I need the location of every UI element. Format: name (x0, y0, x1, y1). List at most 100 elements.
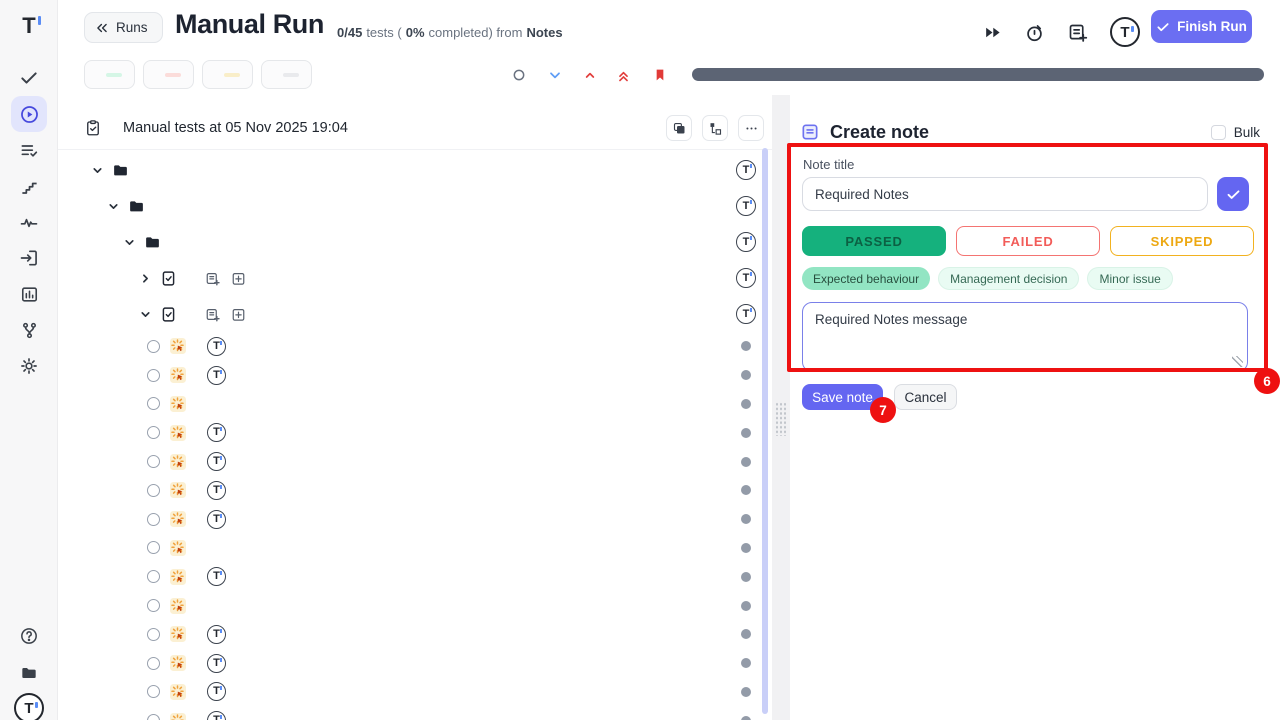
status-dot[interactable] (741, 428, 751, 438)
testomat-link-icon[interactable]: T (736, 232, 756, 252)
testomat-link-icon[interactable]: T (736, 160, 756, 180)
chevron-down-icon[interactable] (122, 236, 136, 249)
test-radio[interactable] (147, 455, 160, 468)
note-tag[interactable]: Minor issue (1087, 267, 1172, 290)
chevron-right-icon[interactable] (138, 272, 152, 285)
test-radio[interactable] (147, 541, 160, 554)
status-dot[interactable] (741, 514, 751, 524)
testomat-link-icon[interactable]: T (207, 567, 226, 586)
test-radio[interactable] (147, 685, 160, 698)
testomat-link-icon[interactable]: T (207, 337, 226, 356)
testomat-link-icon[interactable]: T (207, 625, 226, 644)
analytics-chart-icon[interactable] (11, 276, 47, 312)
add-test-icon[interactable] (231, 307, 246, 322)
status-dot[interactable] (741, 716, 751, 720)
testomat-link-icon[interactable]: T (736, 196, 756, 216)
testomat-link-icon[interactable]: T (207, 481, 226, 500)
settings-gear-icon[interactable] (11, 348, 47, 384)
status-button-failed[interactable]: FAILED (956, 226, 1100, 256)
chevron-down-icon[interactable] (106, 200, 120, 213)
filter-chip-skipped[interactable] (202, 60, 253, 89)
status-dot[interactable] (741, 658, 751, 668)
status-dot[interactable] (741, 629, 751, 639)
status-dot[interactable] (741, 399, 751, 409)
back-to-runs-button[interactable]: Runs (84, 12, 163, 43)
status-dot[interactable] (741, 485, 751, 495)
test-radio[interactable] (147, 340, 160, 353)
status-dot[interactable] (741, 370, 751, 380)
testomat-link-icon[interactable]: T (207, 682, 226, 701)
add-note-icon[interactable] (205, 271, 220, 286)
bulk-toggle[interactable]: Bulk (1211, 125, 1260, 140)
status-button-skipped[interactable]: SKIPPED (1110, 226, 1254, 256)
add-note-icon[interactable] (1067, 22, 1088, 43)
checks-icon[interactable] (11, 60, 47, 96)
quick-save-check-button[interactable] (1217, 177, 1249, 211)
status-dot[interactable] (741, 687, 751, 697)
test-radio[interactable] (147, 570, 160, 583)
tree-scrollbar[interactable] (762, 148, 768, 714)
double-chevron-up-icon[interactable] (612, 64, 634, 86)
copy-icon[interactable] (666, 115, 692, 141)
workspace-logo-icon[interactable]: T (11, 690, 47, 720)
textarea-resize-grip[interactable] (1232, 356, 1243, 367)
chevron-down-icon[interactable] (138, 308, 152, 321)
chevron-down-icon[interactable] (90, 164, 104, 177)
note-title-input[interactable] (802, 177, 1208, 211)
testomat-link-icon[interactable]: T (207, 654, 226, 673)
stopwatch-icon[interactable] (1024, 22, 1045, 43)
tree-view-icon[interactable] (702, 115, 728, 141)
testomat-link-icon[interactable]: T (207, 711, 226, 720)
import-icon[interactable] (11, 240, 47, 276)
testomat-link-icon[interactable]: T (736, 304, 756, 324)
fast-forward-icon[interactable] (983, 23, 1002, 42)
bulk-checkbox[interactable] (1211, 125, 1226, 140)
circle-filter-icon[interactable] (508, 64, 530, 86)
note-tag[interactable]: Management decision (938, 267, 1079, 290)
pulse-icon[interactable] (11, 205, 47, 241)
test-radio[interactable] (147, 714, 160, 720)
runs-play-icon[interactable] (11, 96, 47, 132)
bookmark-icon[interactable] (649, 64, 671, 86)
test-radio[interactable] (147, 513, 160, 526)
note-tag[interactable]: Expected behaviour (802, 267, 930, 290)
test-radio[interactable] (147, 599, 160, 612)
testomat-link-icon[interactable]: T (207, 423, 226, 442)
status-dot[interactable] (741, 457, 751, 467)
help-icon[interactable] (11, 618, 47, 654)
test-radio[interactable] (147, 484, 160, 497)
brand-circle-icon[interactable]: T (1110, 17, 1140, 47)
testomat-link-icon[interactable]: T (736, 268, 756, 288)
finish-run-button[interactable]: Finish Run (1151, 10, 1252, 43)
testomat-link-icon[interactable]: T (207, 366, 226, 385)
test-radio[interactable] (147, 369, 160, 382)
status-dot[interactable] (741, 601, 751, 611)
run-tree-title[interactable]: Manual tests at 05 Nov 2025 19:04 (123, 120, 348, 136)
chevron-up-icon[interactable] (579, 64, 601, 86)
status-dot[interactable] (741, 572, 751, 582)
app-logo[interactable]: T (11, 8, 47, 44)
collapse-chevron-down-icon[interactable] (544, 64, 566, 86)
list-check-icon[interactable] (11, 133, 47, 169)
status-dot[interactable] (741, 543, 751, 553)
test-radio[interactable] (147, 397, 160, 410)
steps-icon[interactable] (11, 169, 47, 205)
filter-chip-failed[interactable] (143, 60, 194, 89)
cancel-button[interactable]: Cancel (894, 384, 957, 410)
test-radio[interactable] (147, 426, 160, 439)
projects-folder-icon[interactable] (11, 655, 47, 691)
testomat-link-icon[interactable]: T (207, 510, 226, 529)
branch-icon[interactable] (11, 312, 47, 348)
testomat-link-icon[interactable]: T (207, 452, 226, 471)
add-test-icon[interactable] (231, 271, 246, 286)
test-radio[interactable] (147, 628, 160, 641)
divider-drag-handle[interactable] (775, 402, 786, 436)
test-radio[interactable] (147, 657, 160, 670)
note-message-textarea[interactable]: Required Notes message (802, 302, 1248, 372)
status-dot[interactable] (741, 341, 751, 351)
add-note-icon[interactable] (205, 307, 220, 322)
more-options-icon[interactable] (738, 115, 764, 141)
status-button-passed[interactable]: PASSED (802, 226, 946, 256)
filter-chip-passed[interactable] (84, 60, 135, 89)
filter-chip-pending[interactable] (261, 60, 312, 89)
